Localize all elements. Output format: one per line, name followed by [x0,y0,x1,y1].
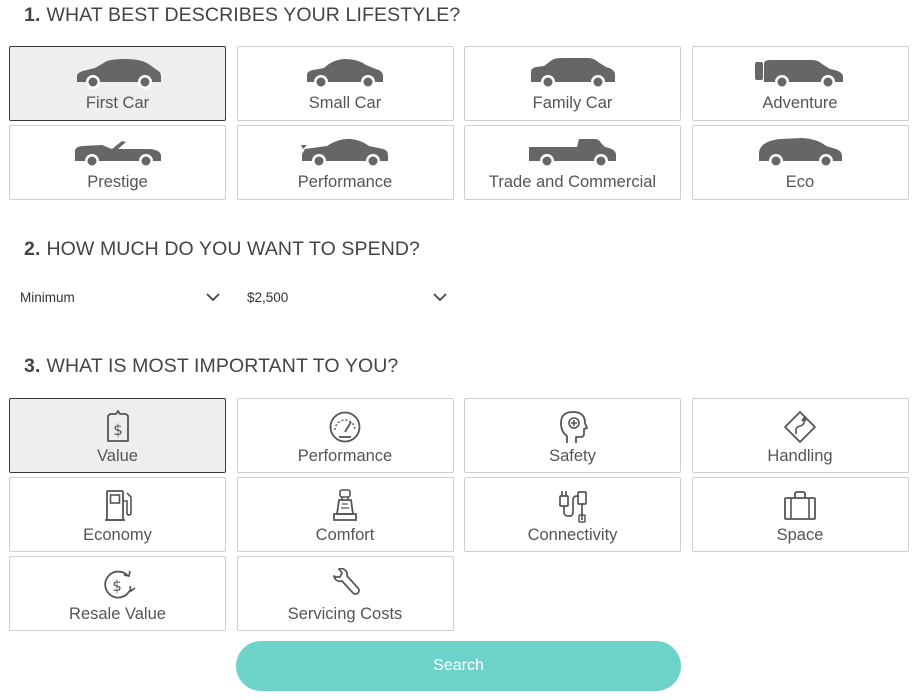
tile-label: Adventure [762,94,838,112]
tile-label: First Car [85,94,150,112]
fuel-pump-icon [103,487,133,525]
section-2-heading: 2. HOW MUCH DO YOU WANT TO SPEND? [24,238,420,261]
importance-tile-space[interactable]: Space [691,477,909,552]
tile-label: Safety [549,447,596,465]
winding-road-sign-icon [783,408,817,446]
section-3-title: WHAT IS MOST IMPORTANT TO YOU? [46,355,399,377]
importance-tile-connectivity[interactable]: Connectivity [464,477,681,552]
importance-grid: $ Value Performance Safety Handling Econ… [9,398,909,631]
search-button[interactable]: Search [236,641,681,691]
price-tag-icon: $ [104,408,132,446]
4wd-icon [754,57,846,91]
tile-label: Connectivity [527,526,618,544]
budget-min-select[interactable]: Minimum [20,284,220,310]
importance-tile-safety[interactable]: Safety [464,398,681,473]
section-3-heading: 3. WHAT IS MOST IMPORTANT TO YOU? [24,355,398,378]
svg-text:$: $ [112,577,122,595]
suitcase-icon [783,487,817,525]
tile-label: Eco [785,173,815,191]
lifestyle-tile-prestige[interactable]: Prestige [9,125,226,200]
budget-max-value: $2,500 [247,289,289,305]
lifestyle-tile-small-car[interactable]: Small Car [236,46,454,121]
car-seat-icon [330,487,360,525]
tile-label: Economy [83,526,152,544]
tile-label: Prestige [87,173,148,191]
wrench-icon [329,566,361,604]
tile-label: Small Car [308,94,382,112]
importance-tile-performance[interactable]: Performance [236,398,454,473]
hatchback-car-icon [73,57,163,91]
importance-tile-comfort[interactable]: Comfort [236,477,454,552]
budget-max-select[interactable]: $2,500 [247,284,447,310]
section-1-title: WHAT BEST DESCRIBES YOUR LIFESTYLE? [46,4,461,26]
small-car-icon [304,57,386,91]
lifestyle-grid: First Car Small Car Family Car Adventure… [9,46,909,200]
sports-car-icon [299,136,391,170]
importance-tile-economy[interactable]: Economy [9,477,226,552]
importance-tile-value[interactable]: $ Value [9,398,226,473]
importance-tile-servicing-costs[interactable]: Servicing Costs [236,556,454,631]
section-2-number: 2. [24,238,41,260]
convertible-icon [72,136,164,170]
tile-label: Value [97,447,138,465]
tile-label: Comfort [315,526,375,544]
tile-label: Performance [297,447,393,465]
cable-plug-icon [556,487,590,525]
section-1-number: 1. [24,4,41,26]
tile-label: Performance [297,173,393,191]
chevron-down-icon [206,290,220,305]
lifestyle-tile-family-car[interactable]: Family Car [464,46,681,121]
tile-label: Trade and Commercial [488,173,657,191]
section-1-heading: 1. WHAT BEST DESCRIBES YOUR LIFESTYLE? [24,4,460,27]
lifestyle-tile-performance[interactable]: Performance [236,125,454,200]
suv-icon [528,57,618,91]
tile-label: Resale Value [69,605,166,623]
ute-icon [527,136,619,170]
svg-text:$: $ [113,421,123,439]
head-plus-icon [558,408,588,446]
lifestyle-tile-adventure[interactable]: Adventure [691,46,909,121]
importance-tile-handling[interactable]: Handling [691,398,909,473]
tile-label: Handling [767,447,833,465]
lifestyle-tile-first-car[interactable]: First Car [9,46,226,121]
lifestyle-tile-eco[interactable]: Eco [691,125,909,200]
chevron-down-icon [433,290,447,305]
eco-car-icon [756,136,844,170]
tile-label: Space [776,526,824,544]
section-3-number: 3. [24,355,41,377]
section-2-title: HOW MUCH DO YOU WANT TO SPEND? [46,238,421,260]
lifestyle-tile-trade-and-commercial[interactable]: Trade and Commercial [464,125,681,200]
importance-tile-resale-value[interactable]: $ Resale Value [9,556,226,631]
dollar-cycle-icon: $ [100,566,136,604]
budget-min-value: Minimum [20,289,75,305]
speedometer-icon [328,408,362,446]
tile-label: Family Car [532,94,613,112]
tile-label: Servicing Costs [287,605,403,623]
